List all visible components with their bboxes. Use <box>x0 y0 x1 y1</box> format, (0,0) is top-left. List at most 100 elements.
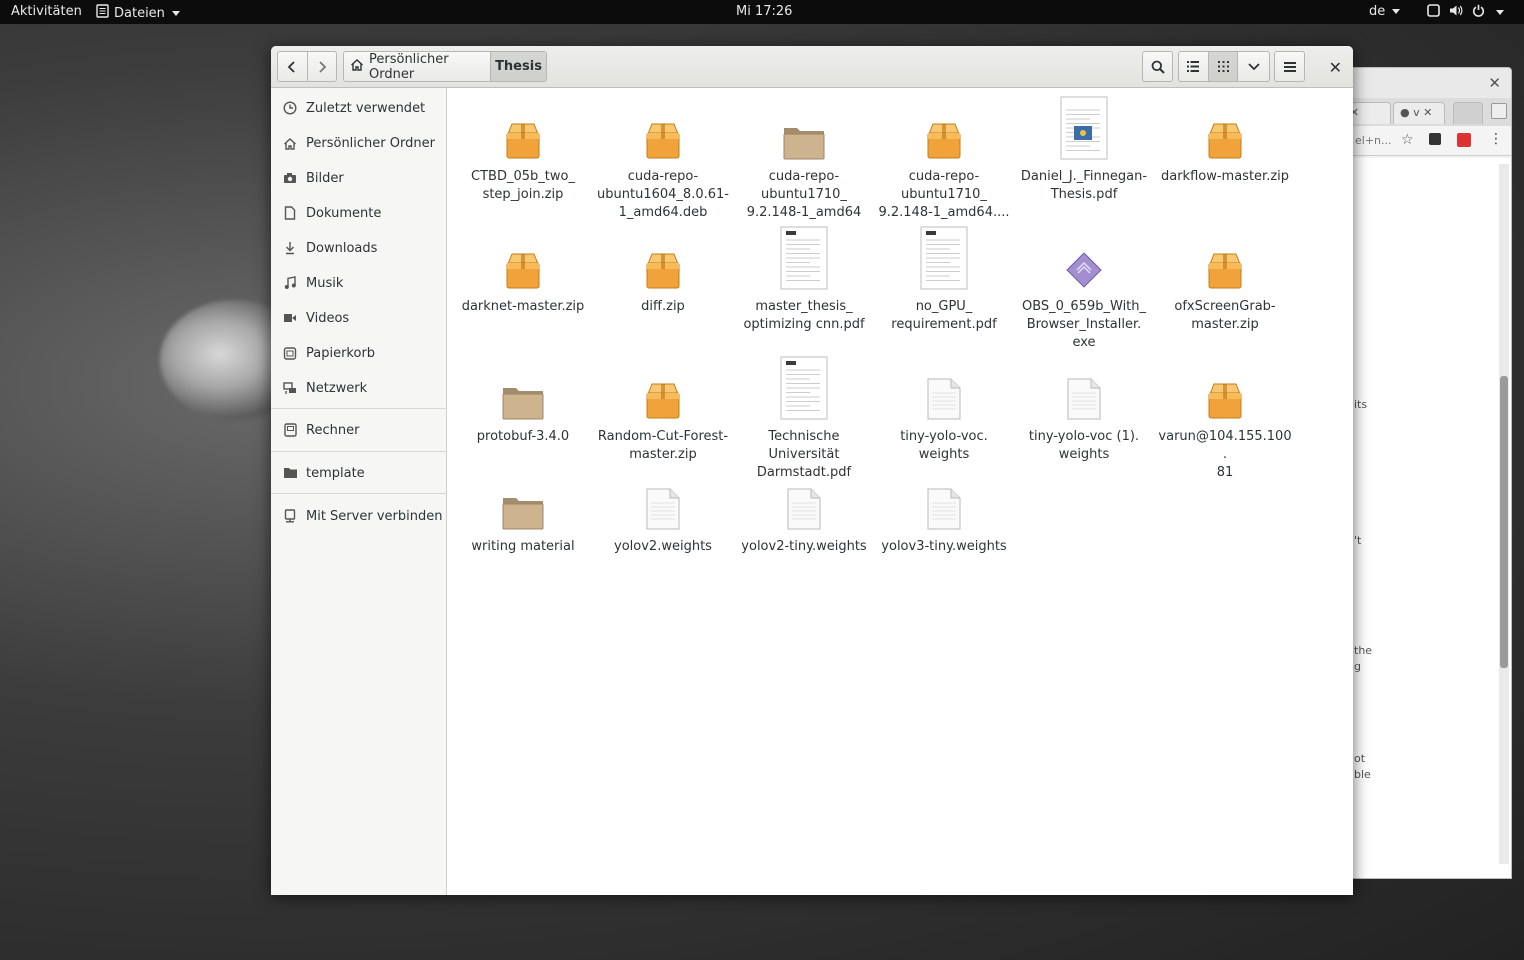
text-file-icon <box>631 466 695 530</box>
more-icon[interactable]: ⋮ <box>1489 131 1503 147</box>
file-item[interactable]: yolov2-tiny.weights <box>736 466 872 556</box>
breadcrumb-label: Thesis <box>495 59 542 74</box>
sidebar-item-music[interactable]: Musik <box>271 269 447 297</box>
page-text-fragment: ble <box>1354 768 1371 781</box>
pdf-thumbnail-icon <box>772 226 836 290</box>
music-icon <box>282 275 298 291</box>
view-options-button[interactable] <box>1238 52 1269 81</box>
extension-icon[interactable] <box>1457 133 1471 147</box>
breadcrumb-label: Persönlicher Ordner <box>369 51 449 82</box>
sidebar-item-network[interactable]: Netzwerk <box>271 374 447 402</box>
list-view-button[interactable] <box>1179 52 1209 81</box>
scrollbar-thumb[interactable] <box>1500 376 1508 668</box>
extension-icon[interactable] <box>1429 133 1441 145</box>
archive-icon <box>491 96 555 160</box>
download-icon <box>282 240 298 256</box>
back-button[interactable] <box>278 52 308 81</box>
forward-button[interactable] <box>308 52 337 81</box>
file-item[interactable]: darknet-master.zip <box>455 226 591 316</box>
chevron-down-icon <box>1392 9 1401 14</box>
file-item[interactable]: cuda-repo- ubuntu1604_8.0.61- 1_amd64.de… <box>595 96 731 222</box>
archive-icon <box>1193 96 1257 160</box>
menu-button[interactable] <box>1274 51 1305 82</box>
browser-page: its 't the g ot ble <box>1341 158 1511 878</box>
sidebar-item-videos[interactable]: Videos <box>271 304 447 332</box>
app-menu-button[interactable]: Dateien <box>96 4 180 22</box>
file-item[interactable]: darkflow-master.zip <box>1157 96 1293 186</box>
sidebar-item-template[interactable]: template <box>271 459 447 487</box>
network-icon <box>282 380 298 396</box>
search-button[interactable] <box>1142 51 1173 82</box>
power-icon <box>1472 4 1485 21</box>
file-name: writing material <box>471 539 575 554</box>
window-close-button[interactable]: ✕ <box>1329 58 1342 77</box>
chevron-right-icon <box>319 60 327 73</box>
close-icon[interactable]: ✕ <box>1423 106 1432 119</box>
file-item[interactable]: cuda-repo- ubuntu1710_ 9.2.148-1_amd64 <box>736 96 872 222</box>
file-item[interactable]: yolov3-tiny.weights <box>876 466 1012 556</box>
text-file-icon <box>912 466 976 530</box>
file-item[interactable]: writing material <box>455 466 591 556</box>
sidebar-item-pictures[interactable]: Bilder <box>271 164 447 192</box>
breadcrumb-home[interactable]: Persönlicher Ordner <box>344 52 491 81</box>
video-icon <box>282 310 298 326</box>
file-name: cuda-repo- ubuntu1710_ 9.2.148-1_amd64 <box>746 169 862 220</box>
file-item[interactable]: yolov2.weights <box>595 466 731 556</box>
file-item[interactable]: cuda-repo- ubuntu1710_ 9.2.148-1_amd64..… <box>876 96 1012 222</box>
background-browser-window[interactable]: ✕ ( ✕ ● v ✕ el+n... ☆ ⋮ its 't the g ot … <box>1340 67 1512 879</box>
sidebar-item-label: Dokumente <box>306 205 382 221</box>
sidebar-divider <box>271 493 447 494</box>
file-item[interactable]: tiny-yolo-voc. weights <box>876 356 1012 464</box>
page-text-fragment: g <box>1354 660 1361 673</box>
file-item[interactable]: master_thesis_ optimizing cnn.pdf <box>736 226 872 334</box>
file-name: CTBD_05b_two_ step_join.zip <box>471 169 575 202</box>
file-item[interactable]: varun@104.155.100. 81 <box>1157 356 1293 482</box>
file-item[interactable]: Technische Universität Darmstadt.pdf <box>736 356 872 482</box>
tab-title: v <box>1413 106 1420 119</box>
file-name: yolov3-tiny.weights <box>881 539 1007 554</box>
archive-icon <box>1193 226 1257 290</box>
browser-scrollbar[interactable] <box>1499 164 1509 864</box>
pdf-thumbnail-icon <box>912 226 976 290</box>
close-icon: ✕ <box>1328 58 1342 77</box>
search-icon <box>1151 60 1165 74</box>
volume-icon <box>1449 4 1463 21</box>
language-indicator[interactable]: de <box>1369 4 1401 19</box>
sidebar-item-computer[interactable]: Rechner <box>271 416 447 444</box>
new-tab-button[interactable] <box>1453 102 1483 124</box>
sidebar-item-documents[interactable]: Dokumente <box>271 199 447 227</box>
top-bar: Aktivitäten Dateien Mi 17:26 de <box>0 0 1524 24</box>
close-icon[interactable]: ✕ <box>1488 74 1501 92</box>
file-item[interactable]: Daniel_J._Finnegan- Thesis.pdf <box>1016 96 1152 204</box>
sidebar-item-home[interactable]: Persönlicher Ordner <box>271 129 447 157</box>
sidebar-item-label: Musik <box>306 275 344 291</box>
sidebar-item-downloads[interactable]: Downloads <box>271 234 447 262</box>
file-item[interactable]: tiny-yolo-voc (1). weights <box>1016 356 1152 464</box>
sidebar-item-label: Papierkorb <box>306 345 376 361</box>
file-item[interactable]: OBS_0_659b_With_ Browser_Installer. exe <box>1016 226 1152 352</box>
sidebar-item-recent[interactable]: Zuletzt verwendet <box>271 94 447 122</box>
clock-button[interactable]: Mi 17:26 <box>736 4 792 19</box>
file-item[interactable]: no_GPU_ requirement.pdf <box>876 226 1012 334</box>
activities-button[interactable]: Aktivitäten <box>11 4 82 19</box>
file-grid[interactable]: CTBD_05b_two_ step_join.zip cuda-repo- ub… <box>448 88 1353 895</box>
chevron-down-icon <box>1248 62 1260 70</box>
grid-view-button[interactable] <box>1208 52 1239 81</box>
file-item[interactable]: protobuf-3.4.0 <box>455 356 591 446</box>
system-menu-button[interactable] <box>1427 4 1504 21</box>
file-item[interactable]: diff.zip <box>595 226 731 316</box>
sidebar-item-trash[interactable]: Papierkorb <box>271 339 447 367</box>
sidebar-item-connect-server[interactable]: Mit Server verbinden <box>271 502 447 530</box>
hamburger-icon <box>1283 61 1296 72</box>
sidebar-item-label: Rechner <box>306 422 360 438</box>
file-name: cuda-repo- ubuntu1604_8.0.61- 1_amd64.de… <box>597 169 729 220</box>
star-icon[interactable]: ☆ <box>1401 132 1414 148</box>
drive-icon <box>282 422 298 438</box>
file-item[interactable]: Random-Cut-Forest- master.zip <box>595 356 731 464</box>
browser-tab[interactable]: ● v ✕ <box>1393 102 1445 124</box>
profile-icon[interactable] <box>1491 103 1507 119</box>
breadcrumb-current[interactable]: Thesis <box>491 52 546 81</box>
url-fragment[interactable]: el+n... <box>1355 134 1392 147</box>
file-item[interactable]: ofxScreenGrab- master.zip <box>1157 226 1293 334</box>
file-item[interactable]: CTBD_05b_two_ step_join.zip <box>455 96 591 204</box>
